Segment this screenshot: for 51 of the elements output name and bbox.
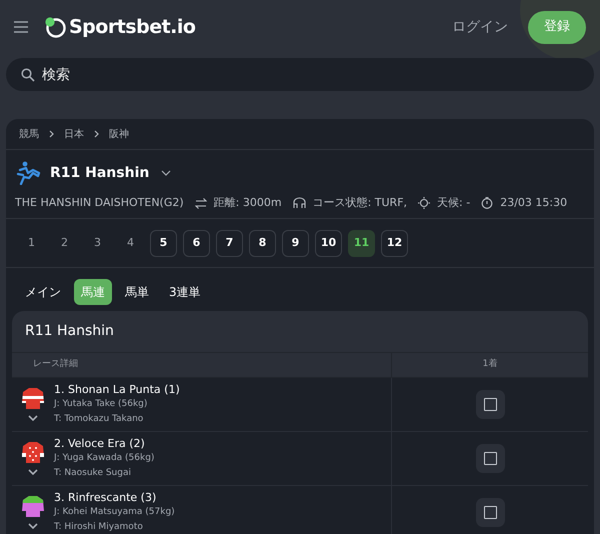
trainer-text: T: Hiroshi Miyamoto [54,521,144,534]
logo-icon [44,16,66,38]
search-icon [21,68,35,82]
race-number-button[interactable]: 9 [282,230,309,256]
race-number-button[interactable]: 10 [315,230,342,256]
chevron-down-icon[interactable] [161,170,172,176]
chevron-right-icon [49,130,54,138]
trainer-text: T: Tomokazu Takano [54,413,144,426]
horse-name: 2. Veloce Era (2) [54,436,146,451]
bet-type-tab[interactable]: 馬単 [118,279,156,305]
race-number-button[interactable]: 6 [183,230,210,256]
horse-name: 3. Rinfrescante (3) [54,490,158,505]
jockey-text: J: Yuga Kawada (56kg) [54,452,154,465]
chevron-right-icon [94,130,99,138]
event-title: R11 Hanshin [50,164,150,182]
race-name: THE HANSHIN DAISHOTEN(G2) [15,194,184,211]
brand-name: Sportsbet.io [69,14,196,40]
chevron-down-icon[interactable] [28,523,38,529]
column-header: 1着 [482,358,498,372]
bet-type-tab[interactable]: メイン [18,279,68,305]
market-title: R11 Hanshin [25,322,114,341]
start-time-text: 23/03 15:30 [500,194,568,211]
selection-checkbox[interactable] [484,398,496,411]
race-number-button[interactable]: 11 [348,230,375,256]
swap-arrows-icon [194,198,207,208]
chevron-down-icon[interactable] [28,415,38,421]
race-number-button[interactable]: 12 [381,230,408,256]
login-link[interactable]: ログイン [452,16,508,38]
jockey-text: J: Kohei Matsuyama (57kg) [54,506,175,519]
race-number-button[interactable]: 5 [150,230,177,256]
jockey-text: J: Yutaka Take (56kg) [54,398,148,411]
horse-racing-icon [16,161,42,185]
race-number-button[interactable]: 8 [249,230,276,256]
breadcrumb-link[interactable]: 競馬 [19,126,39,142]
race-number-button[interactable]: 7 [216,230,243,256]
breadcrumb-link[interactable]: 日本 [64,126,84,142]
column-header: レース詳細 [33,358,78,372]
weather-text: 天候: - [437,194,470,211]
sun-icon [418,197,430,209]
bet-type-tab[interactable]: 3連単 [162,279,208,305]
horse-name: 1. Shonan La Punta (1) [54,382,180,397]
course-condition-text: コース状態: TURF, [312,194,408,211]
trainer-text: T: Naosuke Sugai [54,467,132,480]
distance-text: 距離: 3000m [214,194,282,211]
breadcrumb-link[interactable]: 阪神 [109,126,129,142]
search-field[interactable]: 検索 [6,58,594,91]
menu-icon[interactable] [14,21,28,33]
stopwatch-icon [481,197,494,209]
selection-checkbox[interactable] [484,506,496,519]
chevron-down-icon[interactable] [28,469,38,475]
selection-checkbox[interactable] [484,452,496,465]
